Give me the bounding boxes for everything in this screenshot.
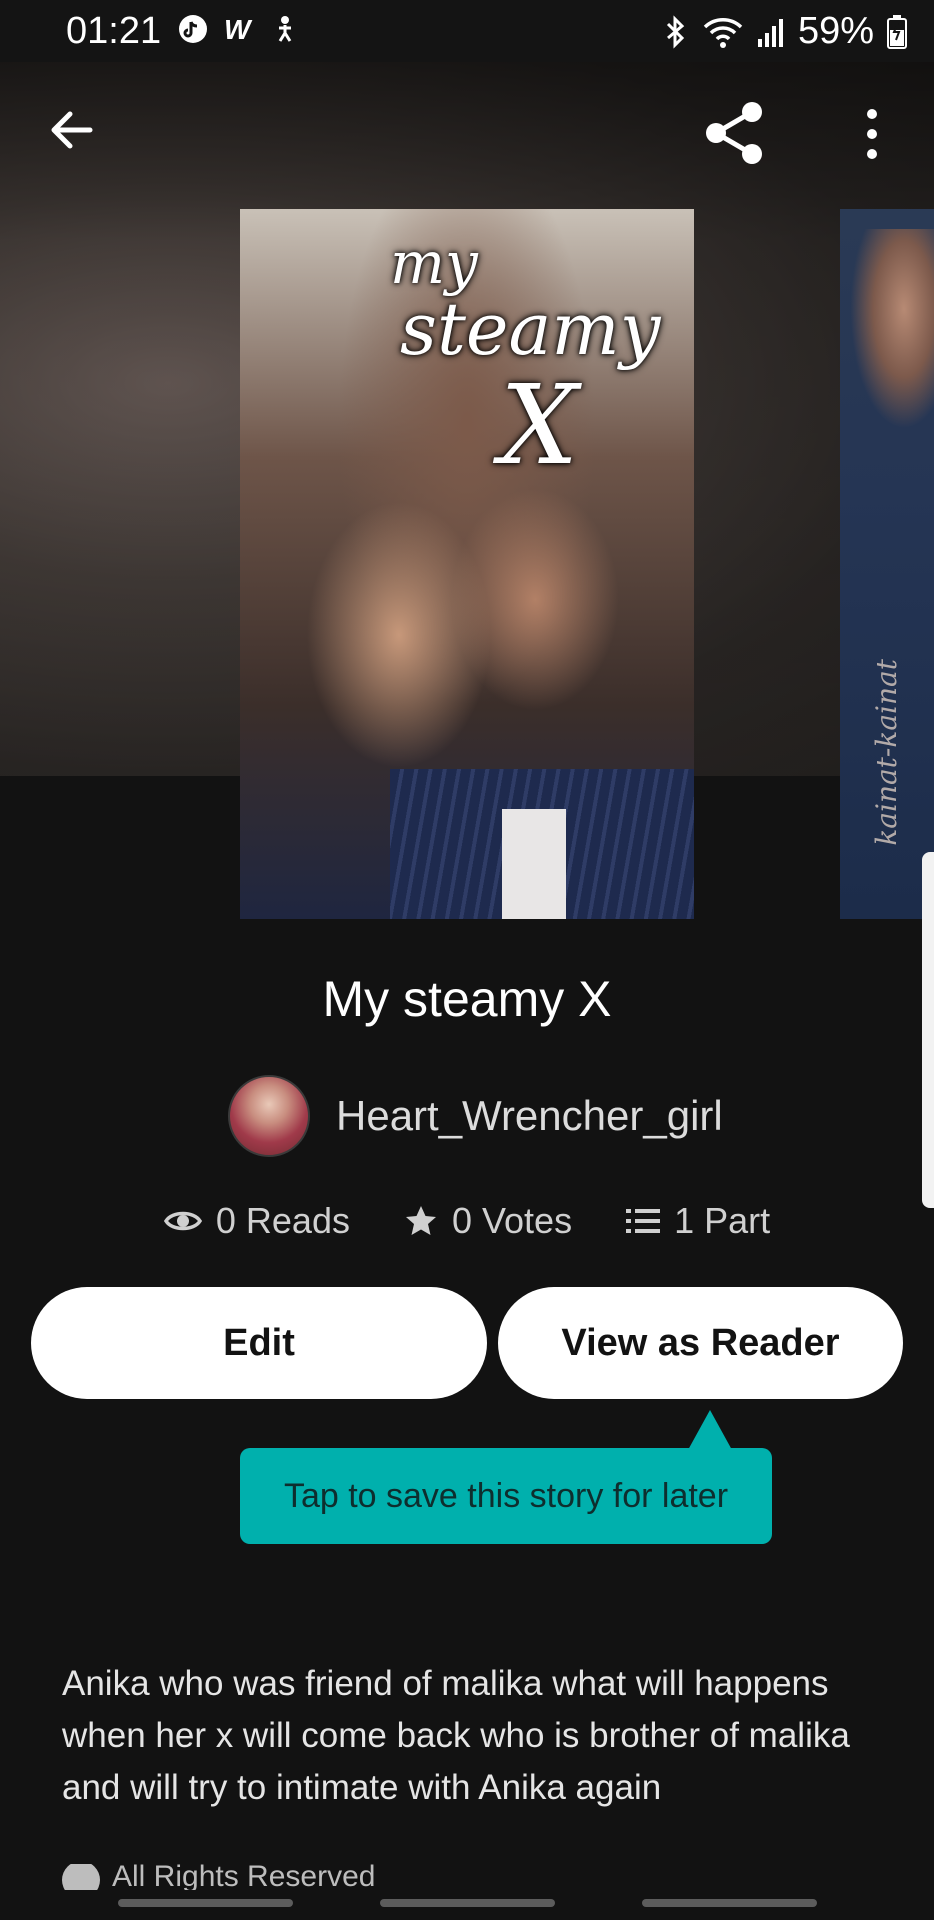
- share-button[interactable]: [700, 98, 770, 168]
- signal-icon: [757, 18, 783, 47]
- edit-button[interactable]: Edit: [31, 1287, 487, 1399]
- avatar[interactable]: [228, 1075, 310, 1157]
- votes-stat: 0 Votes: [404, 1200, 572, 1242]
- story-stats: 0 Reads 0 Votes 1 Part: [0, 1200, 934, 1242]
- story-description: Anika who was friend of malika what will…: [62, 1664, 850, 1807]
- status-notification-icons: W: [178, 14, 300, 44]
- cover-art-shirt: [502, 809, 566, 919]
- next-cover-art: [850, 229, 934, 429]
- copyright-row: All Rights Reserved: [62, 1864, 375, 1890]
- story-title: My steamy X: [322, 971, 612, 1027]
- arrow-left-icon: [51, 111, 93, 149]
- copyright-label: All Rights Reserved: [112, 1864, 376, 1890]
- eye-icon: [163, 1211, 202, 1231]
- author-row[interactable]: Heart_Wrencher_girl: [228, 1075, 723, 1157]
- save-story-tooltip[interactable]: Tap to save this story for later: [240, 1448, 772, 1544]
- webtoon-icon: W: [224, 14, 253, 44]
- votes-count: 0 Votes: [451, 1200, 573, 1241]
- author-name[interactable]: Heart_Wrencher_girl: [336, 1092, 723, 1140]
- next-cover-signature: kainat-kainat: [870, 659, 903, 846]
- star-icon: [405, 1206, 436, 1235]
- status-system-icons: 59%: [662, 10, 908, 53]
- cover-title-line3: X: [500, 361, 579, 489]
- battery-percent: 59%: [797, 10, 874, 52]
- list-icon: [626, 1209, 661, 1233]
- battery-icon: [887, 14, 907, 49]
- story-cover[interactable]: my steamy X: [240, 209, 694, 919]
- parts-stat: 1 Part: [626, 1200, 770, 1242]
- reads-stat: 0 Reads: [163, 1200, 350, 1242]
- scrollbar[interactable]: [922, 852, 934, 1208]
- parts-count: 1 Part: [674, 1200, 771, 1241]
- cover-title-art: my steamy X: [360, 229, 660, 489]
- status-bar: 01:21 W 59%: [0, 0, 934, 62]
- back-nav[interactable]: [642, 1899, 817, 1907]
- recent-apps-nav[interactable]: [118, 1899, 293, 1907]
- cover-title-line2: steamy: [400, 287, 661, 371]
- svg-text:W: W: [224, 14, 253, 44]
- back-button[interactable]: [40, 98, 104, 162]
- reads-count: 0 Reads: [215, 1200, 350, 1241]
- more-options-button[interactable]: [850, 108, 894, 160]
- wifi-icon: [703, 17, 743, 48]
- home-nav[interactable]: [380, 1899, 555, 1907]
- share-icon: [706, 102, 762, 164]
- bluetooth-icon: [666, 14, 685, 49]
- next-story-cover[interactable]: kainat-kainat: [840, 209, 934, 919]
- view-as-reader-button[interactable]: View as Reader: [498, 1287, 903, 1399]
- system-nav-bar: [0, 1894, 934, 1920]
- accessibility-icon: [278, 16, 292, 42]
- tooltip-arrow: [688, 1410, 732, 1450]
- status-time: 01:21: [66, 10, 162, 52]
- tiktok-icon: [179, 15, 207, 43]
- more-vertical-icon: [867, 109, 877, 159]
- copyright-icon: [62, 1864, 100, 1890]
